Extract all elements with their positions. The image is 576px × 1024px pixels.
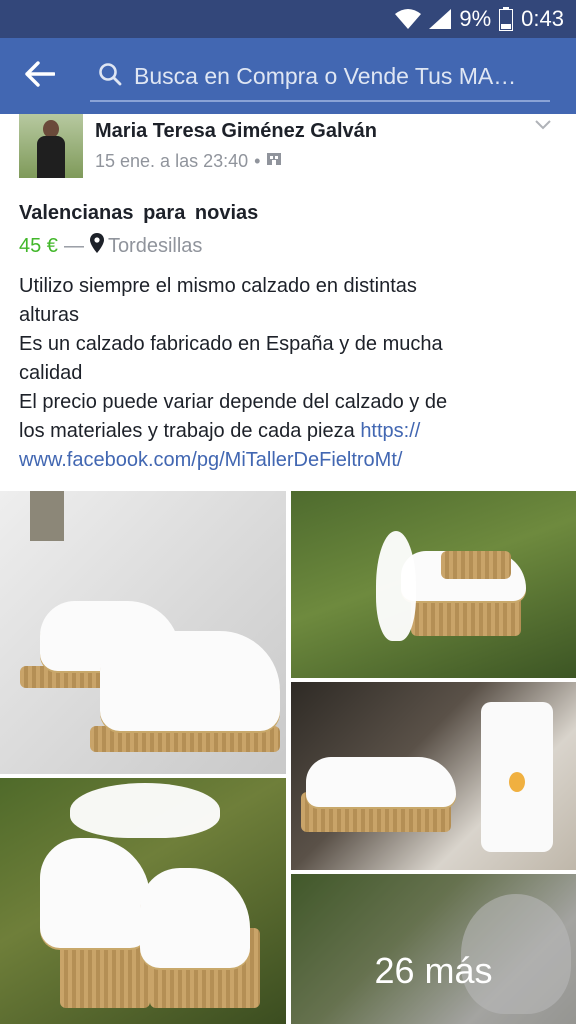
status-bar: 9% 0:43	[0, 0, 576, 38]
separator: —	[63, 234, 84, 257]
privacy-icon	[266, 151, 282, 172]
avatar[interactable]	[19, 114, 83, 178]
search-placeholder: Busca en Compra o Vende Tus MA…	[134, 62, 517, 89]
listing-description: Utilizo siempre el mismo calzado en dist…	[19, 272, 559, 475]
listing-photo-4[interactable]	[0, 778, 286, 1024]
external-link-continued[interactable]: www.facebook.com/pg/MiTallerDeFieltroMt/	[19, 449, 402, 471]
post-meta: 15 ene. a las 23:40 •	[95, 151, 282, 172]
battery-percent: 9%	[459, 6, 492, 31]
external-link[interactable]: https://	[360, 420, 420, 442]
back-button[interactable]	[20, 56, 60, 96]
search-icon	[98, 62, 122, 91]
app-bar: Busca en Compra o Vende Tus MA…	[0, 38, 576, 114]
post-options-button[interactable]	[534, 118, 552, 136]
battery-icon	[499, 7, 514, 31]
meta-dot: •	[254, 151, 261, 171]
signal-icon	[429, 9, 452, 29]
author-name[interactable]: Maria Teresa Giménez Galván	[95, 120, 377, 143]
description-line: alturas	[19, 304, 80, 326]
more-photos-label[interactable]: 26 más	[291, 874, 576, 1024]
description-line: Utilizo siempre el mismo calzado en dist…	[19, 275, 417, 297]
listing-photo-2[interactable]	[291, 491, 576, 678]
location-pin-icon	[89, 233, 104, 259]
listing-title: Valencianas para novias	[19, 202, 259, 224]
search-input[interactable]: Busca en Compra o Vende Tus MA…	[90, 52, 550, 102]
listing-photo-3[interactable]	[291, 682, 576, 870]
description-line: El precio puede variar depende del calza…	[19, 391, 448, 413]
listing-photo-5[interactable]: 26 más	[291, 874, 576, 1024]
description-line: Es un calzado fabricado en España y de m…	[19, 333, 443, 355]
listing-photo-1[interactable]	[0, 491, 286, 774]
listing-location[interactable]: Tordesillas	[108, 235, 202, 258]
listing-price: 45 €	[19, 234, 58, 257]
back-arrow-icon	[25, 60, 56, 92]
price-location-row: 45 € — Tordesillas	[19, 233, 202, 259]
description-line: calidad	[19, 362, 83, 384]
clock: 0:43	[521, 6, 564, 31]
wifi-icon	[395, 9, 422, 29]
description-line-with-link: los materiales y trabajo de cada pieza h…	[19, 420, 421, 442]
chevron-down-icon	[534, 118, 552, 135]
post-timestamp[interactable]: 15 ene. a las 23:40	[95, 151, 248, 172]
